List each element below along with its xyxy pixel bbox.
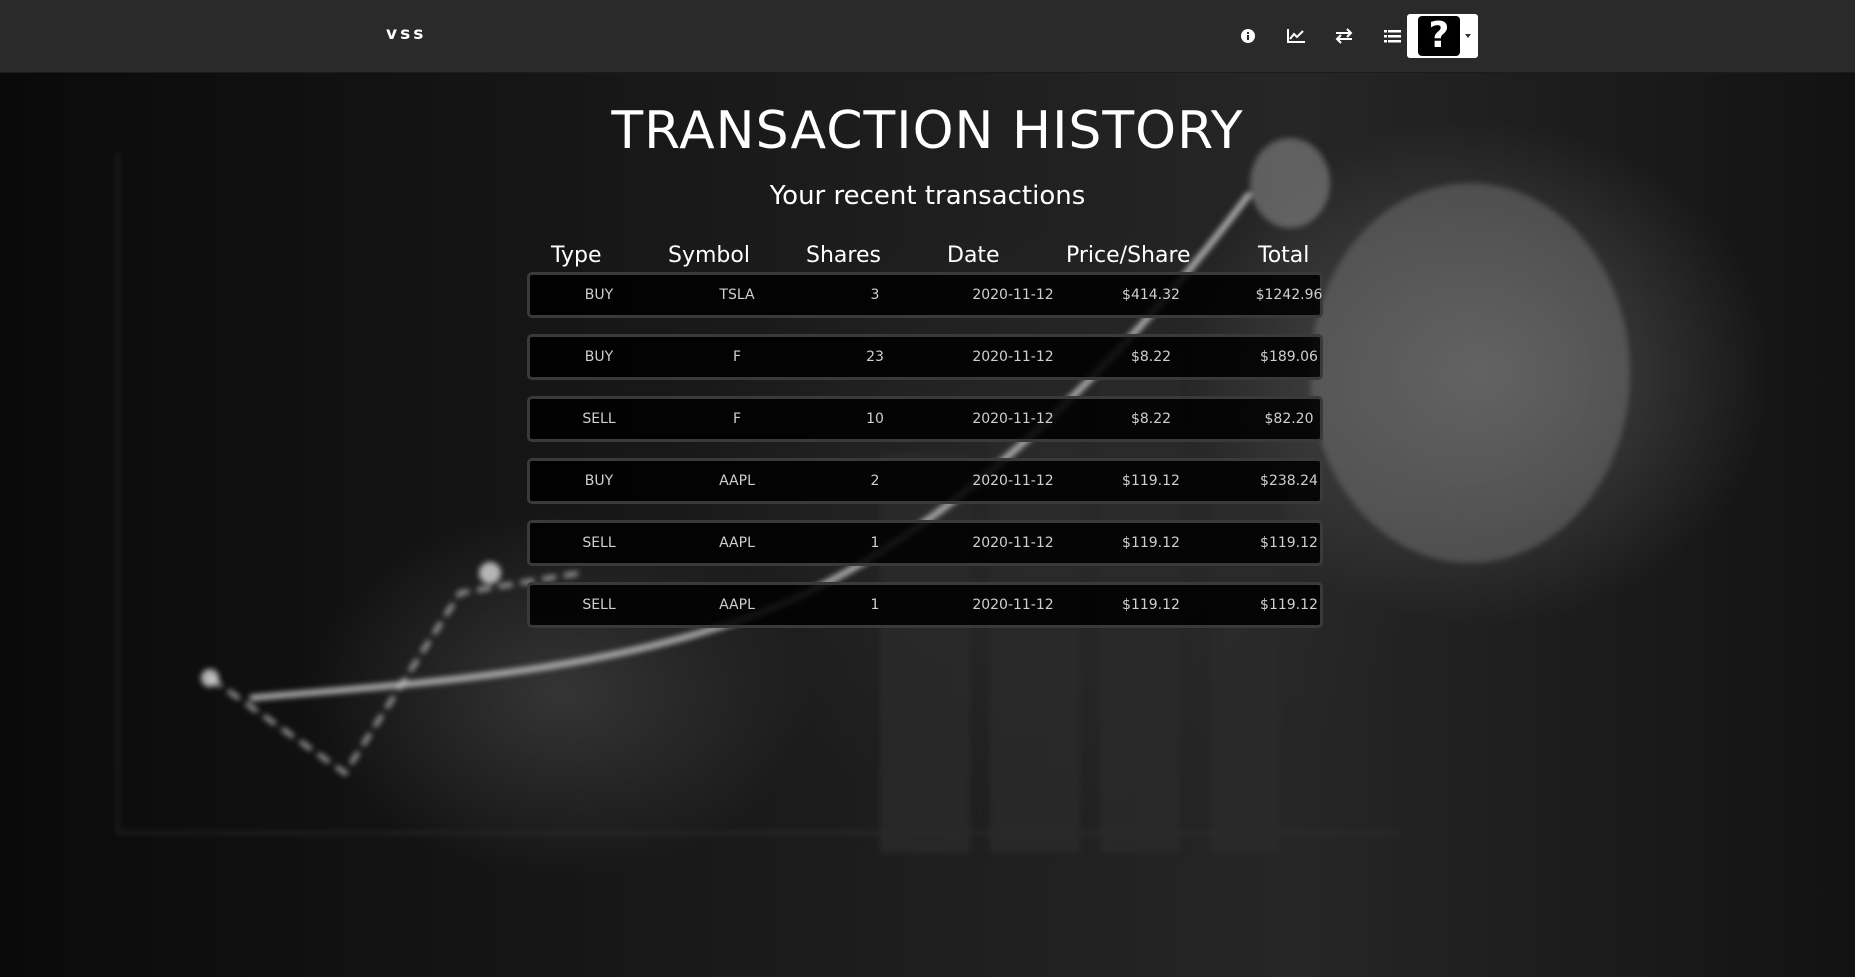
cell-price: $414.32 bbox=[1122, 287, 1180, 303]
cell-price: $8.22 bbox=[1130, 349, 1172, 365]
column-header-type: Type bbox=[551, 243, 602, 268]
user-menu-dropdown[interactable]: ? bbox=[1407, 14, 1478, 58]
cell-shares: 1 bbox=[870, 535, 880, 551]
column-header-shares: Shares bbox=[806, 243, 881, 268]
table-row: SELL AAPL 1 2020-11-12 $119.12 $119.12 bbox=[527, 582, 1323, 628]
cell-shares: 10 bbox=[866, 411, 884, 427]
cell-shares: 1 bbox=[870, 597, 880, 613]
brand-logo[interactable]: vss bbox=[386, 24, 426, 44]
chart-line-icon[interactable] bbox=[1272, 23, 1320, 49]
table-row: SELL AAPL 1 2020-11-12 $119.12 $119.12 bbox=[527, 520, 1323, 566]
cell-price: $119.12 bbox=[1122, 535, 1180, 551]
cell-type: SELL bbox=[582, 411, 616, 427]
navbar: vss ? bbox=[0, 0, 1855, 73]
table-header: Type Symbol Shares Date Price/Share Tota… bbox=[527, 243, 1323, 273]
cell-shares: 2 bbox=[870, 473, 880, 489]
cell-symbol: AAPL bbox=[719, 535, 755, 551]
cell-symbol: TSLA bbox=[719, 287, 755, 303]
column-header-total: Total bbox=[1258, 243, 1310, 268]
cell-type: BUY bbox=[584, 473, 614, 489]
column-header-symbol: Symbol bbox=[668, 243, 750, 268]
table-row: BUY F 23 2020-11-12 $8.22 $189.06 bbox=[527, 334, 1323, 380]
cell-type: BUY bbox=[584, 287, 614, 303]
cell-total: $82.20 bbox=[1264, 411, 1314, 427]
page-title: TRANSACTION HISTORY bbox=[611, 101, 1244, 161]
page-subtitle: Your recent transactions bbox=[769, 181, 1086, 211]
chevron-down-icon bbox=[1465, 34, 1471, 38]
column-header-date: Date bbox=[947, 243, 1000, 268]
nav-icon-group bbox=[1224, 23, 1416, 49]
info-icon[interactable] bbox=[1224, 23, 1272, 49]
cell-date: 2020-11-12 bbox=[972, 411, 1054, 427]
cell-symbol: F bbox=[732, 411, 742, 427]
cell-total: $119.12 bbox=[1260, 535, 1318, 551]
cell-total: $119.12 bbox=[1260, 597, 1318, 613]
table-row: BUY AAPL 2 2020-11-12 $119.12 $238.24 bbox=[527, 458, 1323, 504]
cell-total: $1242.96 bbox=[1255, 287, 1323, 303]
cell-price: $119.12 bbox=[1122, 473, 1180, 489]
cell-date: 2020-11-12 bbox=[972, 349, 1054, 365]
table-row: BUY TSLA 3 2020-11-12 $414.32 $1242.96 bbox=[527, 272, 1323, 318]
cell-type: BUY bbox=[584, 349, 614, 365]
cell-symbol: AAPL bbox=[719, 597, 755, 613]
cell-symbol: AAPL bbox=[719, 473, 755, 489]
column-header-price-per-share: Price/Share bbox=[1066, 243, 1191, 268]
cell-type: SELL bbox=[582, 535, 616, 551]
table-row: SELL F 10 2020-11-12 $8.22 $82.20 bbox=[527, 396, 1323, 442]
cell-total: $189.06 bbox=[1260, 349, 1318, 365]
cell-total: $238.24 bbox=[1260, 473, 1318, 489]
transaction-list: BUY TSLA 3 2020-11-12 $414.32 $1242.96 B… bbox=[527, 272, 1323, 644]
avatar: ? bbox=[1418, 16, 1460, 56]
cell-type: SELL bbox=[582, 597, 616, 613]
cell-shares: 23 bbox=[866, 349, 884, 365]
cell-date: 2020-11-12 bbox=[972, 597, 1054, 613]
cell-date: 2020-11-12 bbox=[972, 535, 1054, 551]
cell-price: $119.12 bbox=[1122, 597, 1180, 613]
cell-date: 2020-11-12 bbox=[972, 287, 1054, 303]
cell-date: 2020-11-12 bbox=[972, 473, 1054, 489]
cell-symbol: F bbox=[732, 349, 742, 365]
cell-shares: 3 bbox=[870, 287, 880, 303]
cell-price: $8.22 bbox=[1130, 411, 1172, 427]
exchange-icon[interactable] bbox=[1320, 23, 1368, 49]
